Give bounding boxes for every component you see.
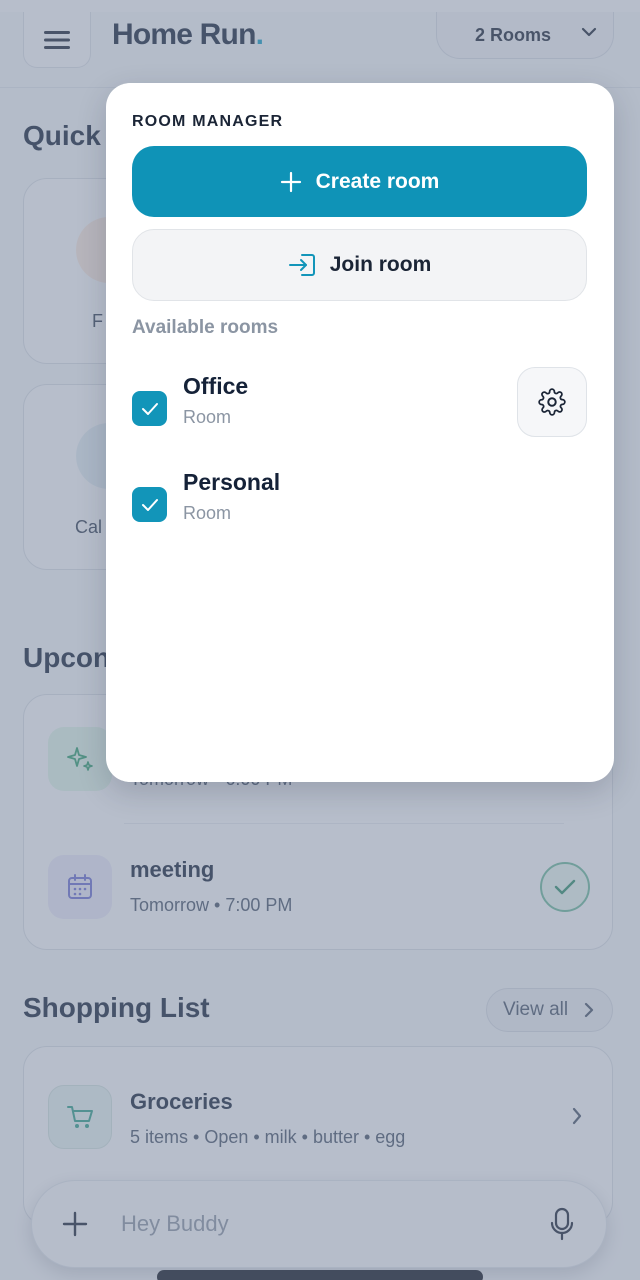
join-room-button[interactable]: Join room bbox=[132, 229, 587, 301]
check-icon bbox=[141, 402, 158, 415]
room-item-office[interactable]: Office Room bbox=[132, 367, 587, 445]
plus-icon bbox=[280, 171, 301, 192]
room-settings-button[interactable] bbox=[517, 367, 587, 437]
room-checkbox[interactable] bbox=[132, 391, 167, 426]
room-type: Room bbox=[183, 407, 232, 427]
room-manager-popover: ROOM MANAGER Create room Join room Avail… bbox=[106, 83, 614, 782]
gear-icon bbox=[538, 388, 566, 416]
login-icon bbox=[288, 254, 315, 276]
room-item-personal[interactable]: Personal Room bbox=[132, 469, 587, 541]
room-name: Personal bbox=[183, 469, 281, 495]
room-checkbox[interactable] bbox=[132, 487, 167, 522]
create-room-button[interactable]: Create room bbox=[132, 146, 587, 217]
available-rooms-label: Available rooms bbox=[132, 317, 279, 338]
join-room-label: Join room bbox=[329, 253, 432, 276]
check-icon bbox=[141, 498, 158, 511]
room-name: Office bbox=[183, 373, 249, 399]
room-manager-title: ROOM MANAGER bbox=[132, 113, 284, 130]
room-type: Room bbox=[183, 503, 232, 523]
create-room-label: Create room bbox=[315, 169, 440, 193]
